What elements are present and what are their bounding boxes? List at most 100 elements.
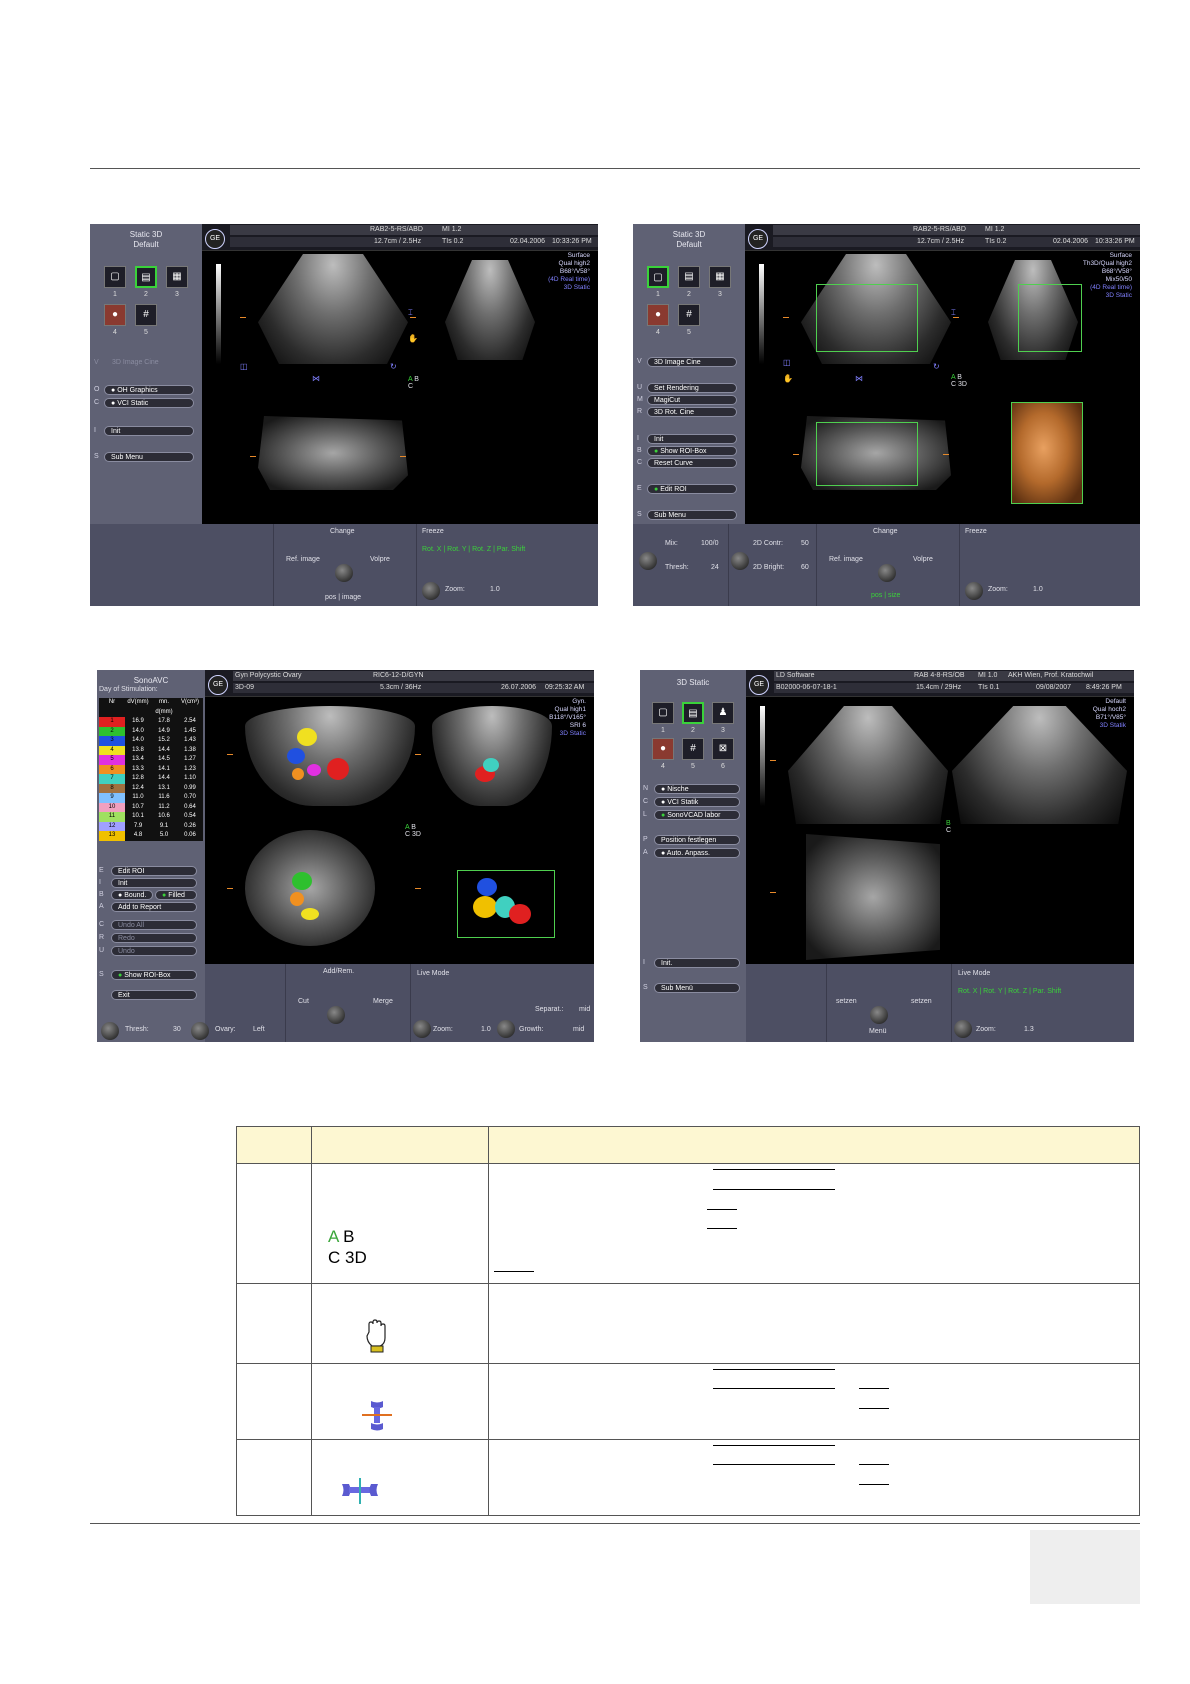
menu-item-init[interactable]: Init. [654, 958, 740, 968]
volume-icon[interactable]: ▦ [709, 266, 731, 288]
grid-icon[interactable]: # [678, 304, 700, 326]
footer-rule [90, 1523, 1140, 1524]
menu-item-oh-graphics[interactable]: ● OH Graphics [104, 385, 194, 395]
surface-icon[interactable]: ● [652, 738, 674, 760]
ovary-knob-icon[interactable] [191, 1022, 209, 1040]
menu-item-redo[interactable]: Redo [111, 933, 197, 943]
follicle [307, 764, 321, 776]
bright-knob-icon[interactable] [731, 552, 749, 570]
menu-item-sub-menu[interactable]: Sub Menü [654, 983, 740, 993]
rotate-x-icon[interactable]: ⌶ [408, 308, 418, 318]
menu-item-filled[interactable]: ● Filled [155, 890, 197, 900]
menu-item-set-rendering[interactable]: Set Rendering [647, 383, 737, 393]
hand-icon[interactable]: ✋ [783, 374, 793, 384]
image-a [788, 706, 948, 824]
image-a [245, 706, 415, 806]
render-icon[interactable]: ▤ [135, 266, 157, 288]
grid-icon[interactable]: # [682, 738, 704, 760]
menu-item-reset-curve[interactable]: Reset Curve [647, 458, 737, 468]
table-cell [311, 1283, 489, 1364]
rotation-options[interactable]: Rot. X | Rot. Y | Rot. Z | Par. Shift [422, 546, 525, 553]
zoom-knob-icon[interactable] [413, 1020, 431, 1038]
menu-item-position-festlegen[interactable]: Position festlegen [654, 835, 740, 845]
hand-icon[interactable]: ✋ [408, 334, 418, 344]
rotate-z-icon[interactable]: ↻ [933, 362, 943, 372]
roi-box[interactable] [816, 284, 918, 352]
menu-item-vci-static[interactable]: ● VCI Static [104, 398, 194, 408]
menu-item-3d-rot-cine[interactable]: 3D Rot. Cine [647, 407, 737, 417]
mi-label: MI 1.2 [985, 226, 1005, 233]
cube-icon[interactable]: ▢ [652, 702, 674, 724]
roi-box[interactable] [1018, 284, 1082, 352]
render-icon[interactable]: ▤ [678, 266, 700, 288]
menu-item-init[interactable]: Init [647, 434, 737, 444]
table-cell: 1.38 [184, 746, 196, 753]
tomography-icon[interactable]: ⊠ [712, 738, 734, 760]
rotate-y-icon [342, 1478, 378, 1504]
menu-item-undo-all[interactable]: Undo All [111, 920, 197, 930]
zoom-knob-icon[interactable] [422, 582, 440, 600]
grid-icon[interactable]: # [135, 304, 157, 326]
patient-id: B02000-06-07-18-1 [776, 684, 837, 691]
menu-item-edit-roi[interactable]: ● Edit ROI [647, 484, 737, 494]
bright-value: 60 [801, 564, 809, 571]
menu-item-init[interactable]: Init [104, 426, 194, 436]
menu-item-3d-image-cine[interactable]: 3D Image Cine [112, 359, 159, 366]
table-cell: 3 [99, 736, 125, 746]
rotate-y-icon[interactable]: ⋈ [312, 374, 322, 384]
mix-knob-icon[interactable] [639, 552, 657, 570]
menu-item-3d-image-cine[interactable]: 3D Image Cine [647, 357, 737, 367]
menu-key: S [99, 971, 104, 978]
rotate-y-icon[interactable]: ⋈ [855, 374, 865, 384]
cube-icon[interactable]: ▢ [647, 266, 669, 288]
rotate-x-icon[interactable]: ⌶ [951, 308, 961, 318]
menu-item-magicut[interactable]: MagiCut [647, 395, 737, 405]
menu-item-bound[interactable]: ● Bound. [111, 890, 153, 900]
freeze-label[interactable]: Freeze [965, 528, 987, 535]
roi-box[interactable] [816, 422, 918, 486]
trackball-icon[interactable] [335, 564, 353, 582]
menu-item-show-roi-box[interactable]: ● Show ROI-Box [111, 970, 197, 980]
menu-item-undo[interactable]: Undo [111, 946, 197, 956]
menu-item-exit[interactable]: Exit [111, 990, 197, 1000]
table-cell: 9 [99, 793, 125, 803]
volume-cube-icon: ◫ [240, 362, 248, 371]
table-row: 2 14.0 14.9 1.45 [99, 726, 203, 736]
freq-label: 5.3cm / 36Hz [380, 684, 422, 691]
live-mode-label[interactable]: Live Mode [417, 970, 449, 977]
trackball-icon[interactable] [878, 564, 896, 582]
growth-knob-icon[interactable] [497, 1020, 515, 1038]
icon-number: 1 [656, 291, 660, 298]
menu-item-init[interactable]: Init [111, 878, 197, 888]
vcad-icon[interactable]: ♟ [712, 702, 734, 724]
thresh-knob-icon[interactable] [101, 1022, 119, 1040]
menu-item-vci-statik[interactable]: ● VCI Statik [654, 797, 740, 807]
zoom-knob-icon[interactable] [954, 1020, 972, 1038]
zoom-knob-icon[interactable] [965, 582, 983, 600]
menu-item-show-roi-box[interactable]: ● Show ROI-Box [647, 446, 737, 456]
icon-number: 3 [721, 727, 725, 734]
menu-item-nische[interactable]: ● Nische [654, 784, 740, 794]
cube-icon[interactable]: ▢ [104, 266, 126, 288]
menu-item-sonovcad-labor[interactable]: ● SonoVCAD labor [654, 810, 740, 820]
freeze-label[interactable]: Freeze [422, 528, 444, 535]
surface-icon[interactable]: ● [104, 304, 126, 326]
rotation-options[interactable]: Rot. X | Rot. Y | Rot. Z | Par. Shift [958, 988, 1061, 995]
menu-item-sub-menu[interactable]: Sub Menu [104, 452, 194, 462]
table-cell: 0.70 [184, 794, 196, 800]
volume-icon[interactable]: ▦ [166, 266, 188, 288]
panel-title: 3D Static [676, 678, 710, 687]
live-mode-label[interactable]: Live Mode [958, 970, 990, 977]
day-of-stimulation: Day of Stimulation: [99, 686, 158, 693]
menu-item-auto-anpass[interactable]: ● Auto. Anpass. [654, 848, 740, 858]
trackball-icon[interactable] [870, 1006, 888, 1024]
rotate-z-icon[interactable]: ↻ [390, 362, 400, 372]
separat-value: mid [579, 1006, 591, 1013]
menu-item-sub-menu[interactable]: Sub Menu [647, 510, 737, 520]
table-row: 4 13.8 14.4 1.38 [99, 745, 203, 755]
menu-item-add-to-report[interactable]: Add to Report [111, 902, 197, 912]
surface-icon[interactable]: ● [647, 304, 669, 326]
render-icon[interactable]: ▤ [682, 702, 704, 724]
menu-item-edit-roi[interactable]: Edit ROI [111, 866, 197, 876]
trackball-icon[interactable] [327, 1006, 345, 1024]
